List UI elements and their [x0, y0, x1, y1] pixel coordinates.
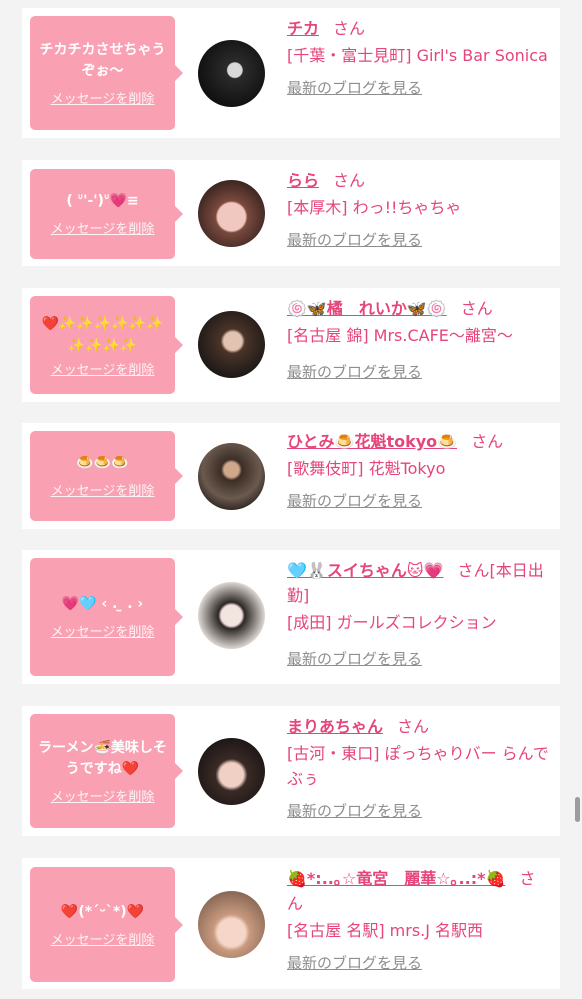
- san-label: さん: [397, 717, 430, 736]
- latest-blog-link[interactable]: 最新のブログを見る: [287, 951, 552, 976]
- message-bubble: チカチカさせちゃうぞぉ〜 メッセージを削除: [30, 16, 183, 130]
- message-card: ( ᐡ'-')ᐡ💗≡ メッセージを削除 らら さん [本厚木] わっ!!ちゃちゃ …: [22, 160, 560, 266]
- message-bubble: ラーメン🍜美味しそうですね❤️ メッセージを削除: [30, 714, 183, 828]
- latest-blog-link[interactable]: 最新のブログを見る: [287, 228, 552, 253]
- message-bubble: ❤️(*´ᵕ`*)❤️ メッセージを削除: [30, 867, 183, 982]
- area-shop: [古河・東口] ぽっちゃりバー らんでぶぅ: [287, 744, 549, 788]
- message-card: チカチカさせちゃうぞぉ〜 メッセージを削除 チカ さん [千葉・富士見町] Gir…: [22, 8, 560, 138]
- message-bubble: 🍮🍮🍮 メッセージを削除: [30, 431, 183, 521]
- area-shop: [千葉・富士見町] Girl's Bar Sonica: [287, 46, 548, 65]
- message-bubble: 💗🩵 ‹ . ̫ . › メッセージを削除: [30, 558, 183, 676]
- girl-name-link[interactable]: チカ: [287, 19, 319, 38]
- message-card: 🍮🍮🍮 メッセージを削除 ひとみ🍮花魁tokyo🍮 さん [歌舞伎町] 花魁Tok…: [22, 423, 560, 529]
- area-shop: [本厚木] わっ!!ちゃちゃ: [287, 198, 462, 217]
- girl-name-link[interactable]: 🩵🐰スイちゃん🐱💗: [287, 561, 443, 580]
- scrollbar[interactable]: [575, 797, 580, 822]
- delete-message-link[interactable]: メッセージを削除: [51, 88, 155, 107]
- message-text: ❤️✨✨✨✨✨✨✨✨✨✨: [41, 315, 164, 354]
- girl-name-link[interactable]: 🍥🦋橘 れいか🦋🍥: [287, 299, 447, 318]
- girl-name-link[interactable]: らら: [287, 171, 319, 190]
- girl-name-link[interactable]: まりあちゃん: [287, 717, 383, 736]
- latest-blog-link[interactable]: 最新のブログを見る: [287, 489, 552, 514]
- area-shop: [歌舞伎町] 花魁Tokyo: [287, 459, 446, 478]
- avatar[interactable]: [198, 311, 265, 378]
- delete-message-link[interactable]: メッセージを削除: [51, 480, 155, 499]
- message-bubble: ( ᐡ'-')ᐡ💗≡ メッセージを削除: [30, 169, 183, 259]
- avatar[interactable]: [198, 582, 265, 649]
- delete-message-link[interactable]: メッセージを削除: [51, 621, 155, 640]
- avatar[interactable]: [198, 40, 265, 107]
- latest-blog-link[interactable]: 最新のブログを見る: [287, 647, 552, 672]
- message-text: チカチカさせちゃうぞぉ〜: [39, 41, 166, 79]
- san-label: さん: [333, 19, 366, 38]
- latest-blog-link[interactable]: 最新のブログを見る: [287, 76, 552, 101]
- message-text: 💗🩵 ‹ . ̫ . ›: [61, 596, 144, 612]
- message-card: ❤️✨✨✨✨✨✨✨✨✨✨ メッセージを削除 🍥🦋橘 れいか🦋🍥 さん [名古屋 錦…: [22, 288, 560, 402]
- delete-message-link[interactable]: メッセージを削除: [51, 929, 155, 948]
- area-shop: [名古屋 名駅] mrs.J 名駅西: [287, 921, 484, 940]
- delete-message-link[interactable]: メッセージを削除: [51, 359, 155, 378]
- girl-name-link[interactable]: 🍓*:..｡☆竜宮 麗華☆｡..:*🍓: [287, 869, 505, 888]
- avatar[interactable]: [198, 180, 265, 247]
- message-text: ( ᐡ'-')ᐡ💗≡: [66, 193, 139, 209]
- san-label: さん: [460, 299, 493, 318]
- san-label: さん: [471, 432, 504, 451]
- avatar[interactable]: [198, 738, 265, 805]
- avatar[interactable]: [198, 443, 265, 510]
- message-bubble: ❤️✨✨✨✨✨✨✨✨✨✨ メッセージを削除: [30, 296, 183, 394]
- message-text: ラーメン🍜美味しそうですね❤️: [38, 739, 167, 777]
- message-text: 🍮🍮🍮: [76, 455, 129, 471]
- area-shop: [成田] ガールズコレクション: [287, 613, 497, 632]
- latest-blog-link[interactable]: 最新のブログを見る: [287, 799, 552, 824]
- message-card: ❤️(*´ᵕ`*)❤️ メッセージを削除 🍓*:..｡☆竜宮 麗華☆｡..:*🍓…: [22, 858, 560, 989]
- message-card: ラーメン🍜美味しそうですね❤️ メッセージを削除 まりあちゃん さん [古河・東口…: [22, 706, 560, 836]
- message-card: 💗🩵 ‹ . ̫ . › メッセージを削除 🩵🐰スイちゃん🐱💗 さん[本日出勤] …: [22, 550, 560, 684]
- san-label: さん: [333, 171, 366, 190]
- delete-message-link[interactable]: メッセージを削除: [51, 218, 155, 237]
- area-shop: [名古屋 錦] Mrs.CAFE〜離宮〜: [287, 326, 513, 345]
- message-text: ❤️(*´ᵕ`*)❤️: [60, 903, 145, 920]
- latest-blog-link[interactable]: 最新のブログを見る: [287, 360, 552, 385]
- delete-message-link[interactable]: メッセージを削除: [51, 786, 155, 805]
- avatar[interactable]: [198, 891, 265, 958]
- girl-name-link[interactable]: ひとみ🍮花魁tokyo🍮: [287, 432, 457, 451]
